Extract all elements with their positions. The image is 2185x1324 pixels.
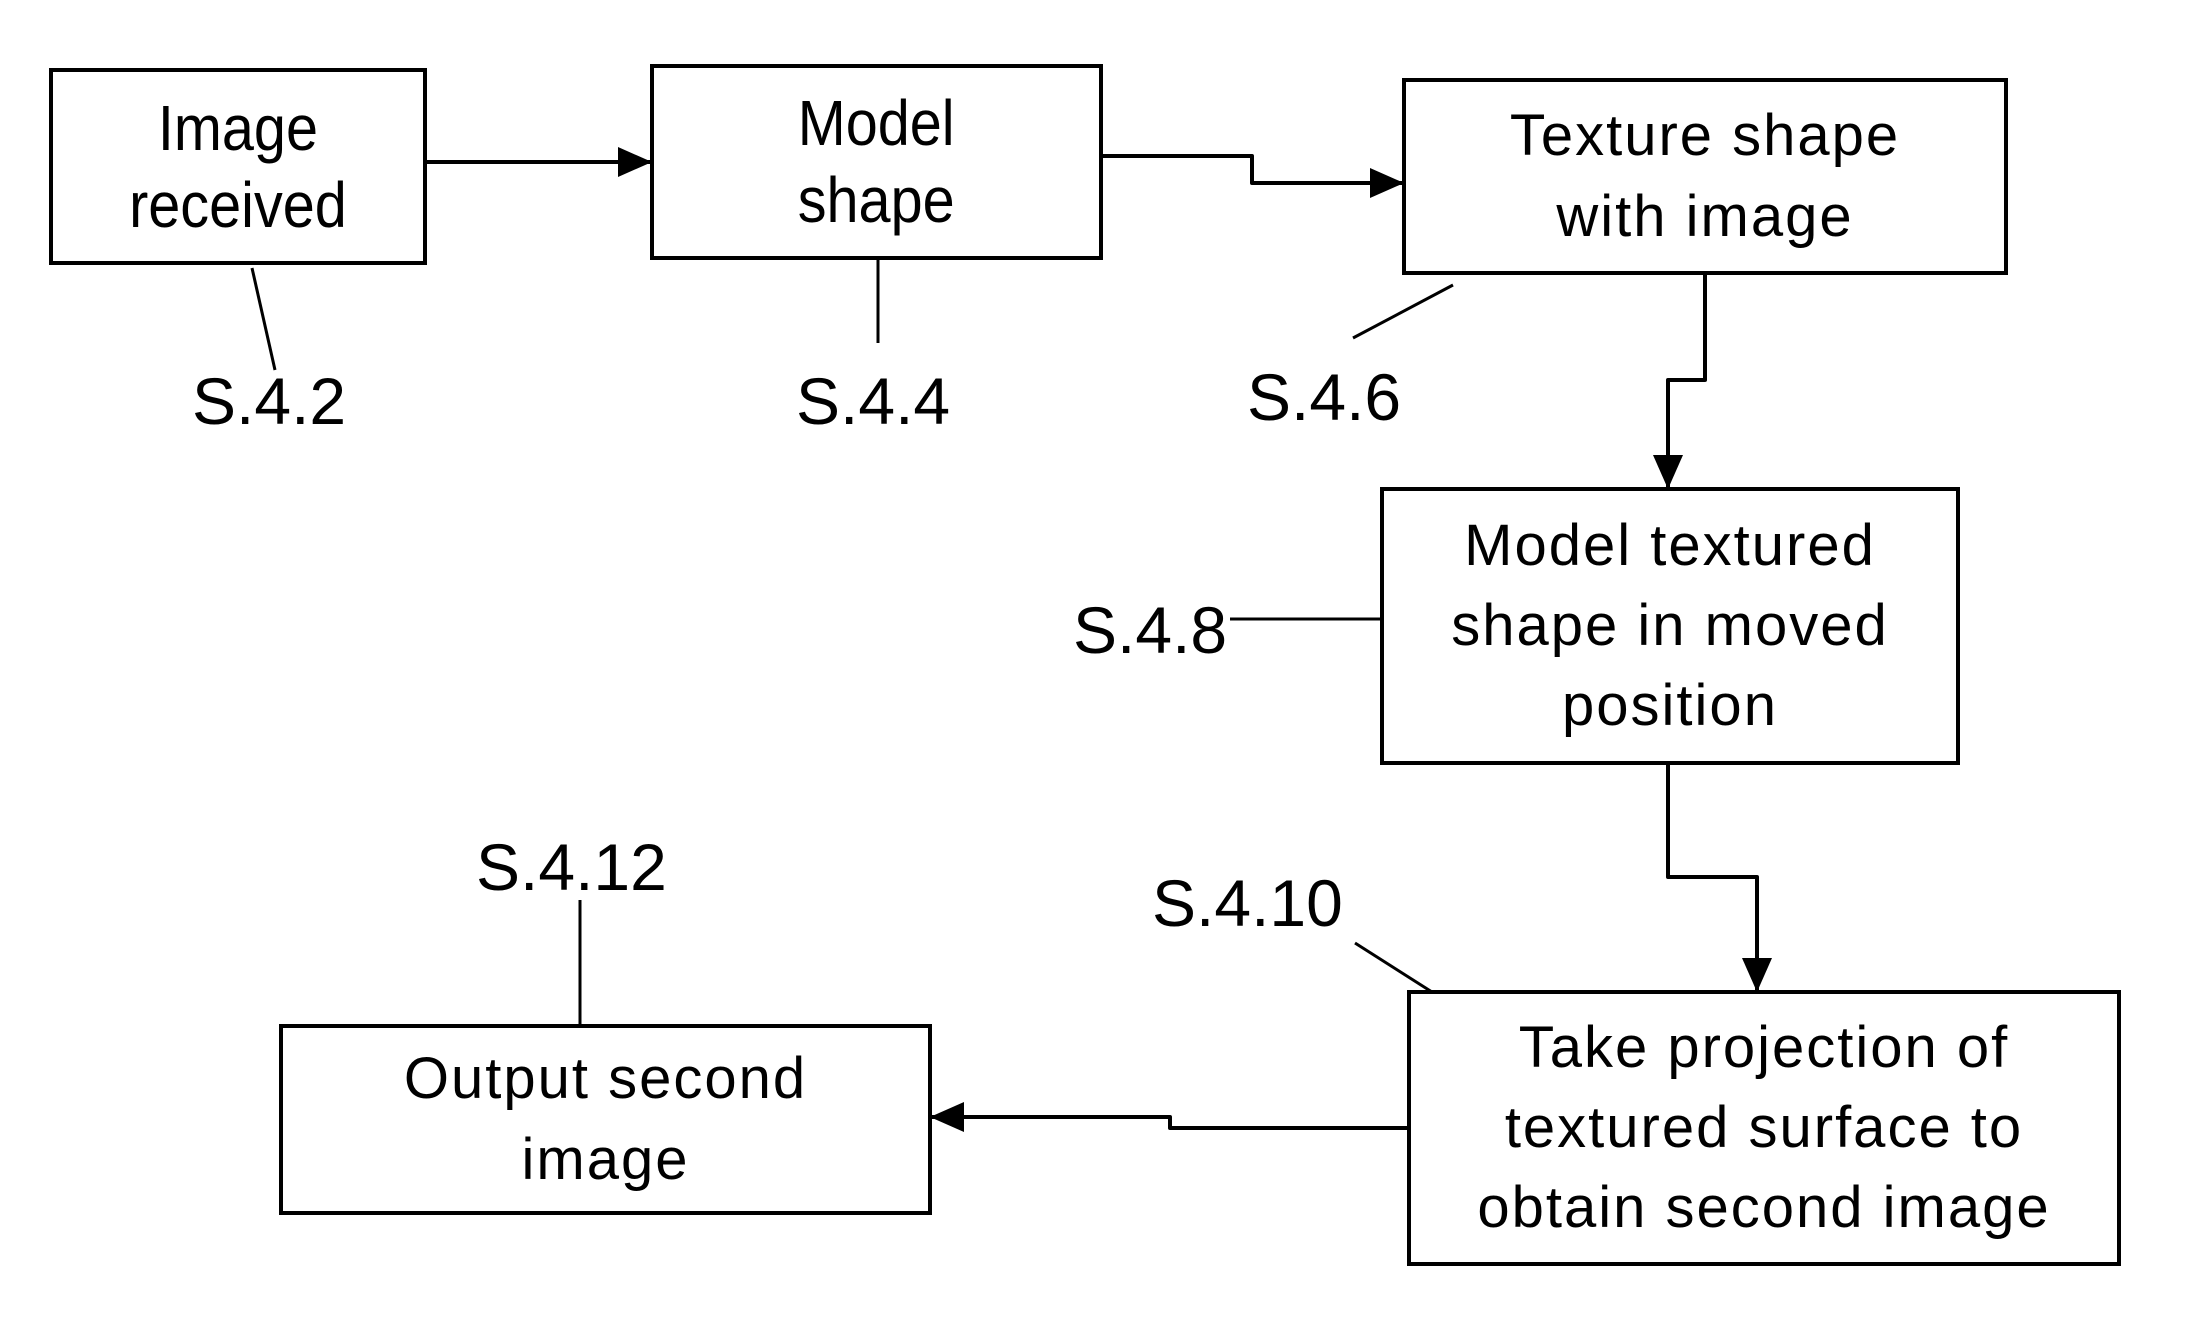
step-text-line: Model textured (1464, 512, 1876, 578)
step-text-line: obtain second image (1477, 1175, 2051, 1241)
step-text-line: received (129, 168, 347, 241)
step-box-image-received: Image received (49, 68, 427, 265)
step-reference-label: S.4.4 (796, 364, 951, 438)
step-text-line: shape (798, 164, 955, 236)
step-box-model-textured-shape: Model textured shape in moved position (1380, 487, 1960, 765)
step-text-line: with image (1556, 183, 1854, 249)
edge-arrow-2-to-3 (1103, 154, 1404, 198)
step-reference-label: S.4.8 (1073, 593, 1228, 667)
leader-line-s46 (1352, 283, 1454, 340)
step-box-output-second-image: Output second image (279, 1024, 932, 1215)
step-box-model-shape: Model shape (650, 64, 1103, 260)
step-text-line: image (521, 1126, 690, 1192)
step-reference-label: S.4.2 (192, 364, 347, 438)
step-text-line: Output second (403, 1046, 808, 1112)
step-text-line: shape in moved (1451, 592, 1889, 658)
step-reference-label: S.4.12 (476, 830, 667, 904)
edge-arrow-5-to-6 (930, 1102, 1407, 1132)
step-text-line: Model (798, 87, 955, 160)
step-text-line: position (1562, 673, 1778, 739)
edge-arrow-4-to-5 (1666, 765, 1772, 992)
step-text-line: Image (157, 91, 319, 164)
leader-line-s410 (1354, 941, 1433, 994)
step-box-texture-shape: Texture shape with image (1402, 78, 2008, 275)
edge-arrow-3-to-4 (1653, 275, 1707, 489)
step-text-line: textured surface to (1504, 1094, 2024, 1160)
leader-line-s42 (250, 267, 277, 371)
step-box-take-projection: Take projection of textured surface to o… (1407, 990, 2121, 1266)
step-reference-label: S.4.6 (1247, 360, 1402, 434)
step-text-line: Texture shape (1509, 103, 1901, 169)
step-text-line: Take projection of (1518, 1014, 2010, 1080)
step-reference-label: S.4.10 (1152, 866, 1343, 940)
